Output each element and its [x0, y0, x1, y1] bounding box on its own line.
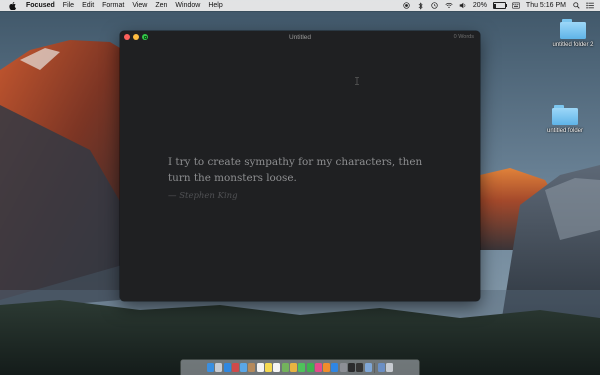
placeholder-quote: I try to create sympathy for my characte… [168, 156, 423, 184]
photos-icon[interactable] [289, 363, 297, 372]
window-title: Untitled [288, 33, 312, 41]
apple-menu-icon[interactable] [6, 1, 18, 10]
time-machine-icon[interactable] [431, 2, 439, 10]
ibooks-icon[interactable] [323, 363, 331, 372]
finder-icon[interactable] [206, 363, 214, 372]
launchpad-icon[interactable] [215, 363, 223, 372]
messages-icon[interactable] [298, 363, 306, 372]
menu-window[interactable]: Window [175, 2, 200, 9]
status-area: 20% Thu 5:16 PM [403, 1, 600, 10]
bluetooth-icon[interactable] [417, 1, 425, 10]
notes-icon[interactable] [265, 363, 273, 372]
record-icon[interactable] [403, 2, 411, 10]
battery-icon[interactable] [492, 2, 507, 9]
text-editor[interactable]: I try to create sympathy for my characte… [120, 43, 480, 301]
reminders-icon[interactable] [273, 363, 281, 372]
folder-label: untitled folder [546, 128, 584, 134]
focused-editor-window: Untitled 0 Words I try to create sympath… [120, 31, 480, 301]
folder-icon [560, 19, 586, 39]
window-titlebar[interactable]: Untitled 0 Words [120, 31, 480, 43]
maps-icon[interactable] [281, 363, 289, 372]
dock [181, 360, 419, 375]
menu-app-name[interactable]: Focused [26, 2, 55, 9]
menu-zen[interactable]: Zen [155, 2, 167, 9]
contacts-icon[interactable] [248, 363, 256, 372]
downloads-icon[interactable] [377, 363, 385, 372]
trash-icon[interactable] [386, 363, 394, 372]
wifi-icon[interactable] [445, 2, 453, 10]
spotlight-search-icon[interactable] [572, 2, 580, 10]
terminal-icon[interactable] [356, 363, 364, 372]
system-preferences-icon[interactable] [339, 363, 347, 372]
menu-format[interactable]: Format [102, 2, 124, 9]
volume-icon[interactable] [459, 2, 467, 10]
menu-bar: Focused File Edit Format View Zen Window… [0, 0, 600, 11]
quote-attribution: — Stephen King [168, 191, 238, 201]
menu-help[interactable]: Help [208, 2, 222, 9]
app-store-icon[interactable] [331, 363, 339, 372]
facetime-icon[interactable] [306, 363, 314, 372]
input-source-icon[interactable] [511, 2, 520, 10]
menu-file[interactable]: File [63, 2, 74, 9]
dock-separator [374, 362, 375, 373]
menu-edit[interactable]: Edit [82, 2, 94, 9]
photos-app-icon[interactable] [231, 363, 239, 372]
word-count: 0 Words [453, 34, 474, 40]
calendar-icon[interactable] [256, 363, 264, 372]
desktop-folder[interactable]: untitled folder 2 [542, 19, 600, 48]
focused-app-icon[interactable] [347, 363, 355, 372]
mail-icon[interactable] [240, 363, 248, 372]
itunes-icon[interactable] [314, 363, 322, 372]
notification-center-icon[interactable] [586, 2, 594, 10]
safari-icon[interactable] [223, 363, 231, 372]
folder-label: untitled folder 2 [552, 42, 594, 48]
folder-icon [552, 105, 578, 125]
ibeam-cursor-icon [355, 77, 359, 85]
preview-icon[interactable] [364, 363, 372, 372]
clock[interactable]: Thu 5:16 PM [526, 2, 566, 9]
desktop-folder[interactable]: untitled folder [534, 105, 596, 134]
menu-view[interactable]: View [132, 2, 147, 9]
battery-percent: 20% [472, 2, 487, 9]
